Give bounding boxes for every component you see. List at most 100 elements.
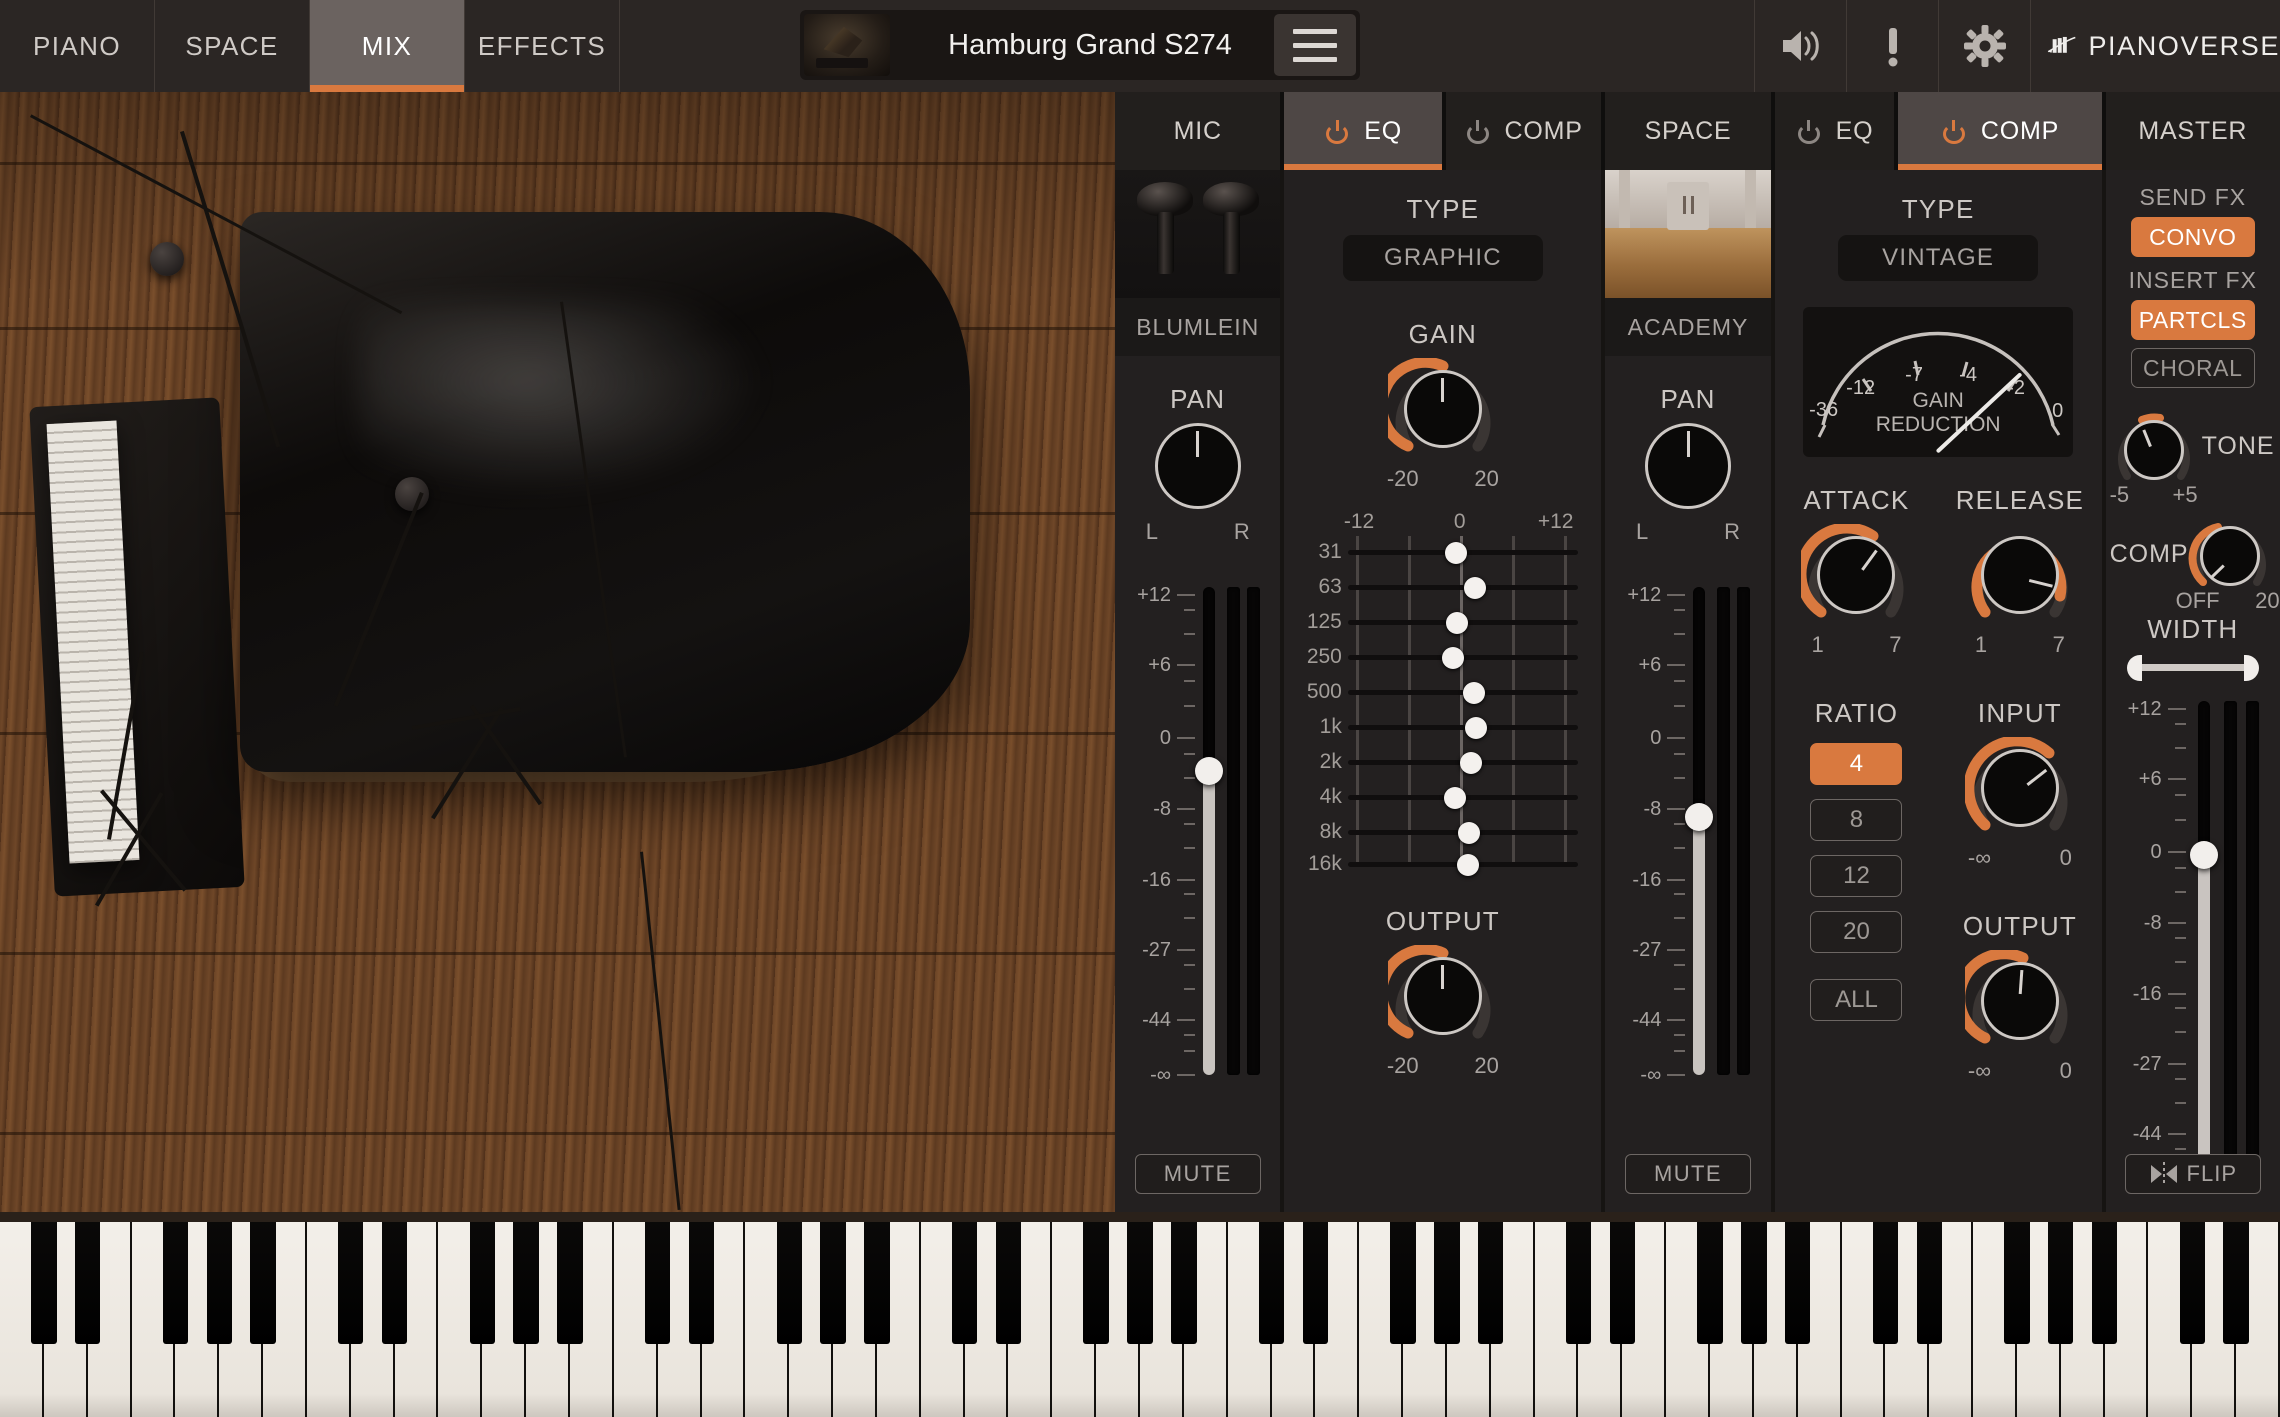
black-key[interactable] — [1083, 1222, 1108, 1344]
eq-band-handle[interactable] — [1460, 752, 1482, 774]
black-key[interactable] — [250, 1222, 275, 1344]
mic-fader-handle[interactable] — [1195, 757, 1223, 785]
mic-setup-preview[interactable] — [1115, 170, 1280, 298]
master-insert-fx-choral-button[interactable]: CHORAL — [2131, 348, 2255, 388]
black-key[interactable] — [75, 1222, 100, 1344]
power-icon[interactable] — [1941, 118, 1967, 144]
comp-ratio-option-all[interactable]: ALL — [1810, 979, 1902, 1021]
mixer-tab-comp-mic[interactable]: COMP — [1446, 92, 1601, 170]
comp-output-knob[interactable] — [1965, 950, 2075, 1052]
mic-mute-button[interactable]: MUTE — [1135, 1154, 1261, 1194]
power-icon[interactable] — [1796, 118, 1822, 144]
master-comp-knob[interactable] — [2188, 516, 2272, 596]
mixer-tab-eq-mic[interactable]: EQ — [1284, 92, 1441, 170]
black-key[interactable] — [2004, 1222, 2029, 1344]
eq-output-knob[interactable] — [1388, 945, 1498, 1047]
space-fader-handle[interactable] — [1685, 803, 1713, 831]
preset-selector[interactable]: Hamburg Grand S274 — [800, 10, 1360, 80]
master-insert-fx-partcls-button[interactable]: PARTCLS — [2131, 300, 2255, 340]
alert-icon[interactable] — [1846, 0, 1938, 92]
black-key[interactable] — [513, 1222, 538, 1344]
piano-keyboard[interactable] — [0, 1212, 2280, 1417]
space-room-preview[interactable] — [1605, 170, 1770, 298]
gear-icon[interactable] — [1938, 0, 2030, 92]
master-width-handle-right[interactable] — [2244, 655, 2259, 681]
mixer-tab-comp-space[interactable]: COMP — [1898, 92, 2101, 170]
black-key[interactable] — [470, 1222, 495, 1344]
black-key[interactable] — [338, 1222, 363, 1344]
black-key[interactable] — [382, 1222, 407, 1344]
power-icon[interactable] — [1465, 118, 1491, 144]
eq-band-handle[interactable] — [1442, 647, 1464, 669]
black-key[interactable] — [1127, 1222, 1152, 1344]
black-key[interactable] — [2048, 1222, 2073, 1344]
black-key[interactable] — [645, 1222, 670, 1344]
comp-attack-knob[interactable] — [1801, 524, 1911, 626]
master-tone-knob[interactable] — [2112, 410, 2196, 490]
nav-tab-space[interactable]: SPACE — [155, 0, 310, 92]
black-key[interactable] — [1566, 1222, 1591, 1344]
black-key[interactable] — [777, 1222, 802, 1344]
comp-type-selector[interactable]: VINTAGE — [1838, 235, 2038, 281]
eq-band-handle[interactable] — [1465, 717, 1487, 739]
eq-band-handle[interactable] — [1464, 577, 1486, 599]
black-key[interactable] — [820, 1222, 845, 1344]
black-key[interactable] — [1171, 1222, 1196, 1344]
eq-band-handle[interactable] — [1446, 612, 1468, 634]
black-key[interactable] — [2180, 1222, 2205, 1344]
mic-preset-name-bar[interactable]: BLUMLEIN — [1115, 298, 1280, 356]
comp-ratio-option-20[interactable]: 20 — [1810, 911, 1902, 953]
black-key[interactable] — [163, 1222, 188, 1344]
black-key[interactable] — [207, 1222, 232, 1344]
black-key[interactable] — [1917, 1222, 1942, 1344]
black-key[interactable] — [31, 1222, 56, 1344]
comp-ratio-option-12[interactable]: 12 — [1810, 855, 1902, 897]
eq-band-track[interactable] — [1348, 585, 1578, 590]
black-key[interactable] — [689, 1222, 714, 1344]
black-key[interactable] — [1610, 1222, 1635, 1344]
eq-band-handle[interactable] — [1444, 787, 1466, 809]
mic-pan-knob[interactable] — [1148, 423, 1248, 515]
black-key[interactable] — [1390, 1222, 1415, 1344]
black-key[interactable] — [864, 1222, 889, 1344]
nav-tab-mix[interactable]: MIX — [310, 0, 465, 92]
master-width-handle-left[interactable] — [2127, 655, 2142, 681]
black-key[interactable] — [2223, 1222, 2248, 1344]
comp-release-knob[interactable] — [1965, 524, 2075, 626]
black-key[interactable] — [1697, 1222, 1722, 1344]
master-flip-button[interactable]: FLIP — [2125, 1154, 2261, 1194]
mixer-tab-space[interactable]: SPACE — [1605, 92, 1770, 170]
eq-gain-knob[interactable] — [1388, 358, 1498, 460]
comp-ratio-option-8[interactable]: 8 — [1810, 799, 1902, 841]
eq-band-handle[interactable] — [1457, 854, 1479, 876]
space-mute-button[interactable]: MUTE — [1625, 1154, 1751, 1194]
black-key[interactable] — [1478, 1222, 1503, 1344]
black-key[interactable] — [557, 1222, 582, 1344]
space-pan-knob[interactable] — [1638, 423, 1738, 515]
mixer-tab-master[interactable]: MASTER — [2106, 92, 2280, 170]
hamburger-menu-icon[interactable] — [1274, 14, 1356, 76]
black-key[interactable] — [1434, 1222, 1459, 1344]
nav-tab-piano[interactable]: PIANO — [0, 0, 155, 92]
master-send-fx-convo-button[interactable]: CONVO — [2131, 217, 2255, 257]
space-preset-name-bar[interactable]: ACADEMY — [1605, 298, 1770, 356]
master-fader-handle[interactable] — [2190, 841, 2218, 869]
eq-band-handle[interactable] — [1458, 822, 1480, 844]
black-key[interactable] — [1873, 1222, 1898, 1344]
nav-tab-effects[interactable]: EFFECTS — [465, 0, 620, 92]
black-key[interactable] — [2092, 1222, 2117, 1344]
mixer-tab-eq-space[interactable]: EQ — [1775, 92, 1895, 170]
black-key[interactable] — [1741, 1222, 1766, 1344]
eq-type-selector[interactable]: GRAPHIC — [1343, 235, 1543, 281]
comp-input-knob[interactable] — [1965, 737, 2075, 839]
black-key[interactable] — [996, 1222, 1021, 1344]
power-icon[interactable] — [1324, 118, 1350, 144]
speaker-icon[interactable] — [1754, 0, 1846, 92]
comp-ratio-option-4[interactable]: 4 — [1810, 743, 1902, 785]
eq-band-handle[interactable] — [1463, 682, 1485, 704]
eq-band-handle[interactable] — [1445, 542, 1467, 564]
black-key[interactable] — [1303, 1222, 1328, 1344]
black-key[interactable] — [1259, 1222, 1284, 1344]
black-key[interactable] — [952, 1222, 977, 1344]
mixer-tab-mic[interactable]: MIC — [1115, 92, 1280, 170]
